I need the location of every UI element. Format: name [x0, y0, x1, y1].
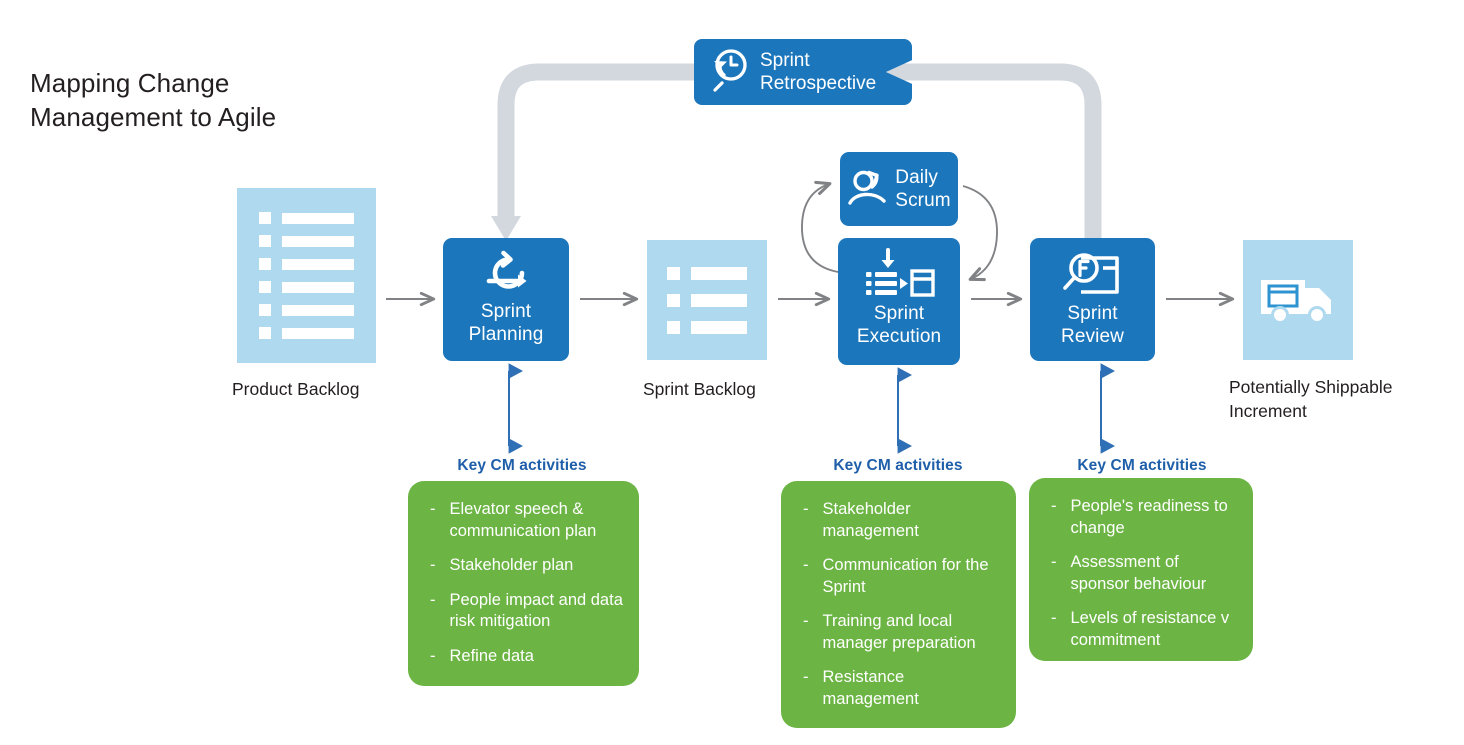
magnifier-presentation-icon	[1059, 248, 1127, 302]
list-item: - Communication for the Sprint	[797, 555, 1000, 598]
cm-item-list: - People's readiness to change - Assessm…	[1045, 496, 1237, 651]
cm-card-review: - People's readiness to change - Assessm…	[1029, 478, 1253, 661]
list-item: - Stakeholder management	[797, 499, 1000, 542]
daily-scrum-label: Daily Scrum	[895, 167, 951, 211]
sprint-planning-tile[interactable]: Sprint Planning	[443, 238, 569, 361]
sprint-review-label: Sprint Review	[1061, 303, 1124, 347]
list-item-text: Refine data	[449, 646, 534, 665]
list-to-board-icon	[862, 248, 936, 302]
list-item: - People's readiness to change	[1045, 496, 1237, 539]
bullet-marker: -	[430, 500, 436, 518]
clock-rewind-magnifier-icon	[706, 47, 752, 98]
product-backlog-tile	[237, 188, 376, 363]
list-icon	[647, 240, 767, 360]
document-list-icon	[237, 188, 376, 363]
list-item-text: Assessment of sponsor behaviour	[1070, 553, 1207, 593]
list-item-text: Stakeholder plan	[449, 556, 574, 574]
diagram-canvas: Mapping Change Management to Agile Produ…	[0, 0, 1464, 745]
list-item-text: Communication for the Sprint	[822, 556, 989, 596]
cm-card-execution: - Stakeholder management - Communication…	[781, 481, 1016, 728]
loop-arrow-down	[962, 185, 998, 282]
cm-heading-execution: Key CM activities	[833, 457, 963, 474]
list-item: - People impact and data risk mitigation	[424, 590, 623, 633]
loop-arrow-up	[801, 180, 839, 273]
list-row	[259, 235, 354, 247]
sprint-retrospective-tile[interactable]: Sprint Retrospective	[694, 39, 912, 105]
list-row	[667, 320, 747, 334]
list-item: - Stakeholder plan	[424, 555, 623, 577]
bullet-marker: -	[430, 646, 436, 665]
bullet-marker: -	[803, 500, 809, 518]
refresh-cycle-arrow-icon	[477, 248, 535, 300]
bullet-marker: -	[1051, 553, 1057, 571]
cm-card-planning: - Elevator speech & communication plan -…	[408, 481, 639, 686]
bullet-marker: -	[803, 612, 809, 630]
sprint-execution-label: Sprint Execution	[856, 303, 942, 347]
page-title: Mapping Change Management to Agile	[30, 68, 277, 132]
list-item: - Training and local manager preparation	[797, 611, 1000, 654]
list-item: - Levels of resistance v commitment	[1045, 608, 1237, 651]
list-row	[259, 258, 354, 270]
bullet-marker: -	[803, 668, 809, 686]
list-item-text: People impact and data risk mitigation	[449, 590, 623, 631]
sprint-review-tile[interactable]: Sprint Review	[1030, 238, 1155, 361]
sprint-retrospective-label: Sprint Retrospective	[760, 50, 877, 94]
delivery-truck-icon	[1261, 280, 1331, 324]
sprint-backlog-tile	[647, 240, 767, 360]
list-row	[259, 212, 354, 224]
daily-scrum-tile[interactable]: Daily Scrum	[840, 152, 958, 226]
list-item: - Elevator speech & communication plan	[424, 499, 623, 542]
bullet-marker: -	[430, 556, 436, 574]
list-row	[259, 304, 354, 316]
list-item: - Assessment of sponsor behaviour	[1045, 552, 1237, 595]
increment-tile	[1243, 240, 1353, 360]
bullet-marker: -	[430, 590, 436, 609]
cm-item-list: - Stakeholder management - Communication…	[797, 499, 1000, 710]
list-item-text: Levels of resistance v commitment	[1070, 609, 1230, 649]
list-item-text: Resistance management	[822, 668, 919, 708]
cm-item-list: - Elevator speech & communication plan -…	[424, 499, 623, 667]
sprint-execution-tile[interactable]: Sprint Execution	[838, 238, 960, 365]
cm-heading-review: Key CM activities	[1077, 457, 1207, 474]
product-backlog-label: Product Backlog	[232, 379, 360, 399]
list-row	[259, 327, 354, 339]
list-row	[667, 293, 747, 307]
list-item-text: People's readiness to change	[1070, 497, 1228, 537]
list-item: - Refine data	[424, 646, 623, 668]
sprint-planning-label: Sprint Planning	[468, 301, 544, 345]
list-item-text: Elevator speech & communication plan	[449, 500, 597, 540]
person-refresh-icon	[847, 166, 891, 212]
increment-label: Potentially Shippable Increment	[1229, 377, 1393, 421]
bullet-marker: -	[803, 556, 809, 574]
list-item-text: Stakeholder management	[822, 500, 919, 540]
list-row	[667, 266, 747, 280]
sprint-backlog-label: Sprint Backlog	[643, 379, 756, 399]
list-row	[259, 281, 354, 293]
cm-heading-planning: Key CM activities	[457, 457, 587, 474]
list-item: - Resistance management	[797, 667, 1000, 710]
bullet-marker: -	[1051, 497, 1057, 515]
list-item-text: Training and local manager preparation	[822, 612, 976, 652]
bullet-marker: -	[1051, 609, 1057, 627]
